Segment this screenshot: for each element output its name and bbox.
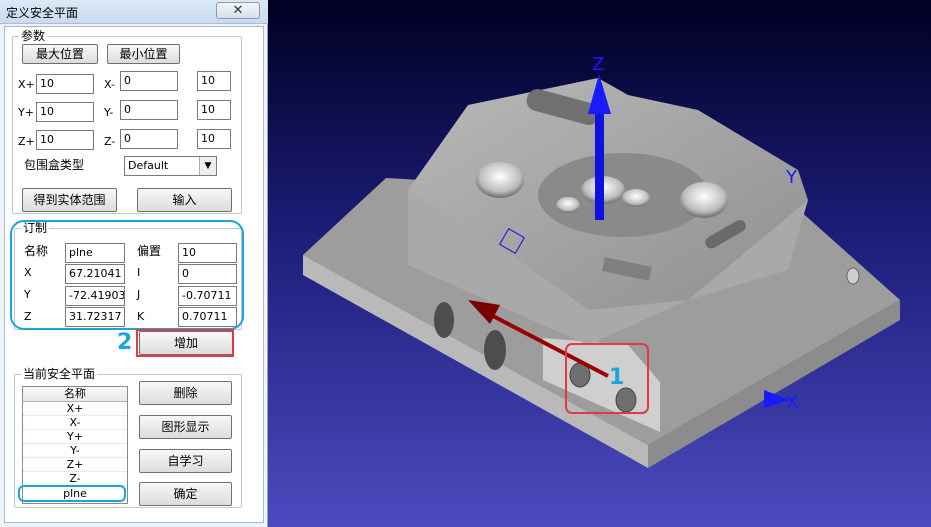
z-extra-field[interactable]: 10 <box>197 129 231 149</box>
list-item[interactable]: Y- <box>23 444 127 458</box>
left-counterbore <box>476 162 524 198</box>
z-minus-label: Z- <box>104 135 116 148</box>
y-plus-field[interactable]: 10 <box>36 102 94 122</box>
selected-item-highlight <box>18 485 126 502</box>
title-bar: 定义安全平面 ✕ <box>0 0 268 24</box>
z-axis-shaft <box>595 112 604 220</box>
list-item[interactable]: X+ <box>23 402 127 416</box>
min-position-button[interactable]: 最小位置 <box>107 44 180 64</box>
x-minus-label: X- <box>104 78 115 91</box>
step-1-callout: 1 <box>609 365 624 390</box>
right-counterbore <box>680 182 728 218</box>
list-item[interactable]: Z- <box>23 472 127 486</box>
side-bore-2 <box>484 330 506 370</box>
max-position-button[interactable]: 最大位置 <box>22 44 98 64</box>
y-axis-label: Y <box>785 167 798 188</box>
get-solid-range-button[interactable]: 得到实体范围 <box>22 188 117 212</box>
close-icon: ✕ <box>232 3 244 18</box>
close-button[interactable]: ✕ <box>216 2 260 19</box>
front-block-hole-2 <box>615 387 637 413</box>
self-learn-button[interactable]: 自学习 <box>139 449 232 473</box>
center-hole-3 <box>556 197 580 213</box>
z-plus-label: Z+ <box>18 135 35 148</box>
x-plus-field[interactable]: 10 <box>36 74 94 94</box>
list-item[interactable]: Y+ <box>23 430 127 444</box>
list-column-header[interactable]: 名称 <box>23 387 127 402</box>
chevron-down-icon: ▼ <box>199 157 216 175</box>
bbox-type-label: 包围盒类型 <box>24 158 85 172</box>
y-plus-label: Y+ <box>18 106 34 119</box>
bbox-type-select[interactable]: Default ▼ <box>124 156 217 176</box>
params-group-title: 参数 <box>19 29 48 43</box>
y-minus-label: Y- <box>104 106 114 119</box>
cad-viewport[interactable]: Z Y X 1 <box>268 0 931 527</box>
x-extra-field[interactable]: 10 <box>197 71 231 91</box>
center-hole-2 <box>622 189 650 207</box>
side-bore-1 <box>434 302 454 338</box>
window-title: 定义安全平面 <box>6 6 79 20</box>
base-corner-hole <box>846 267 860 285</box>
z-plus-field[interactable]: 10 <box>36 130 94 150</box>
add-button-highlight <box>136 329 234 357</box>
step-2-callout: 2 <box>117 330 133 355</box>
current-planes-group-title: 当前安全平面 <box>21 367 98 381</box>
y-minus-field[interactable]: 0 <box>120 100 178 120</box>
input-button[interactable]: 输入 <box>137 188 232 212</box>
z-axis-label: Z <box>592 54 604 75</box>
list-item[interactable]: X- <box>23 416 127 430</box>
x-axis-label: X <box>786 392 798 413</box>
x-minus-field[interactable]: 0 <box>120 71 178 91</box>
custom-group-highlight <box>10 220 244 330</box>
delete-button[interactable]: 删除 <box>139 381 232 405</box>
y-extra-field[interactable]: 10 <box>197 100 231 120</box>
graphic-display-button[interactable]: 图形显示 <box>139 415 232 439</box>
ok-button[interactable]: 确定 <box>139 482 232 506</box>
list-item[interactable]: Z+ <box>23 458 127 472</box>
z-minus-field[interactable]: 0 <box>120 129 178 149</box>
x-plus-label: X+ <box>18 78 35 91</box>
viewport-canvas[interactable]: Z Y X 1 <box>268 0 931 527</box>
bbox-type-value: Default <box>128 159 169 172</box>
